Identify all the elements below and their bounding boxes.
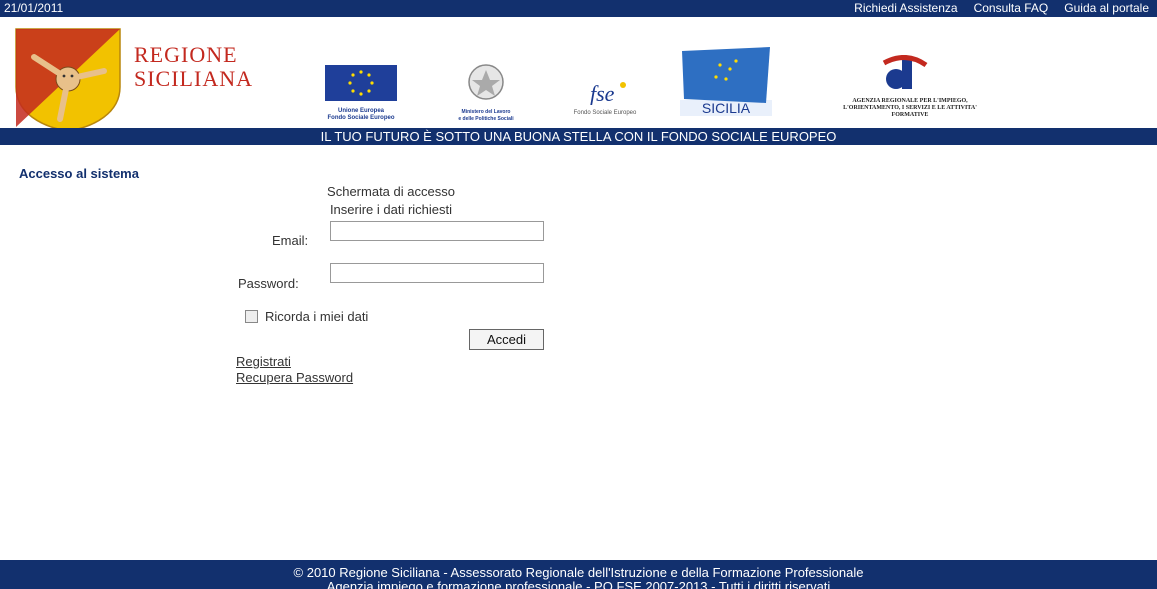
sicilia-flag-icon [682, 47, 770, 103]
eu-logo: Unione Europea Fondo Sociale Europeo [322, 65, 400, 122]
sicilia-logo: SICILIA [680, 47, 772, 116]
footer-line1: © 2010 Regione Siciliana - Assessorato R… [293, 565, 864, 580]
top-bar: 21/01/2011 Richiedi Assistenza Consulta … [0, 0, 1157, 17]
email-field[interactable] [330, 221, 544, 241]
eu-caption: Unione Europea Fondo Sociale Europeo [327, 108, 395, 121]
recover-password-link[interactable]: Recupera Password [236, 370, 353, 385]
agency-logo: AGENZIA REGIONALE PER L'IMPIEGO, L'ORIENT… [788, 55, 1032, 119]
assistance-link[interactable]: Richiedi Assistenza [854, 0, 957, 17]
footer: © 2010 Regione Siciliana - Assessorato R… [0, 560, 1157, 589]
remember-label: Ricorda i miei dati [265, 309, 369, 324]
email-label: Email: [272, 233, 309, 248]
header-banner: REGIONE SICILIANA Unione Europea Fondo So… [0, 17, 1157, 132]
svg-text:fse: fse [590, 81, 615, 105]
fse-caption: Fondo Sociale Europeo [573, 110, 637, 116]
login-heading: Schermata di accesso Inserire i dati ric… [238, 183, 544, 219]
password-field[interactable] [330, 263, 544, 283]
register-link[interactable]: Registrati [236, 354, 291, 369]
date-label: 21/01/2011 [4, 1, 64, 15]
fse-logo: fse Fondo Sociale Europeo [568, 79, 642, 117]
eu-flag-icon [325, 65, 397, 101]
footer-line2: Agenzia impiego e formazione professiona… [326, 579, 831, 589]
agency-caption: AGENZIA REGIONALE PER L'IMPIEGO, L'ORIENT… [843, 98, 977, 118]
faq-link[interactable]: Consulta FAQ [974, 0, 1049, 17]
slogan-banner: IL TUO FUTURO È SOTTO UNA BUONA STELLA C… [0, 128, 1157, 145]
region-title-line2: SICILIANA [134, 66, 253, 91]
fse-logo-icon: fse [590, 81, 626, 106]
guide-link[interactable]: Guida al portale [1064, 0, 1149, 17]
login-subtitle: Inserire i dati richiesti [329, 202, 453, 217]
agency-logo-icon [882, 55, 928, 89]
ministry-caption: Ministero del Lavoro e delle Politiche So… [458, 109, 514, 122]
sidebar-heading: Accesso al sistema [19, 166, 139, 181]
region-title: REGIONE SICILIANA [134, 43, 253, 91]
ministry-emblem-icon [468, 64, 504, 100]
password-label: Password: [238, 276, 299, 291]
region-title-line1: REGIONE [134, 42, 238, 67]
trinacria-crest-icon [15, 28, 121, 132]
ministry-logo: Ministero del Lavoro e delle Politiche So… [430, 62, 542, 123]
remember-checkbox[interactable] [245, 310, 258, 323]
login-button[interactable]: Accedi [469, 329, 544, 350]
login-title: Schermata di accesso [327, 184, 455, 199]
top-links: Richiedi Assistenza Consulta FAQ Guida a… [854, 0, 1149, 17]
